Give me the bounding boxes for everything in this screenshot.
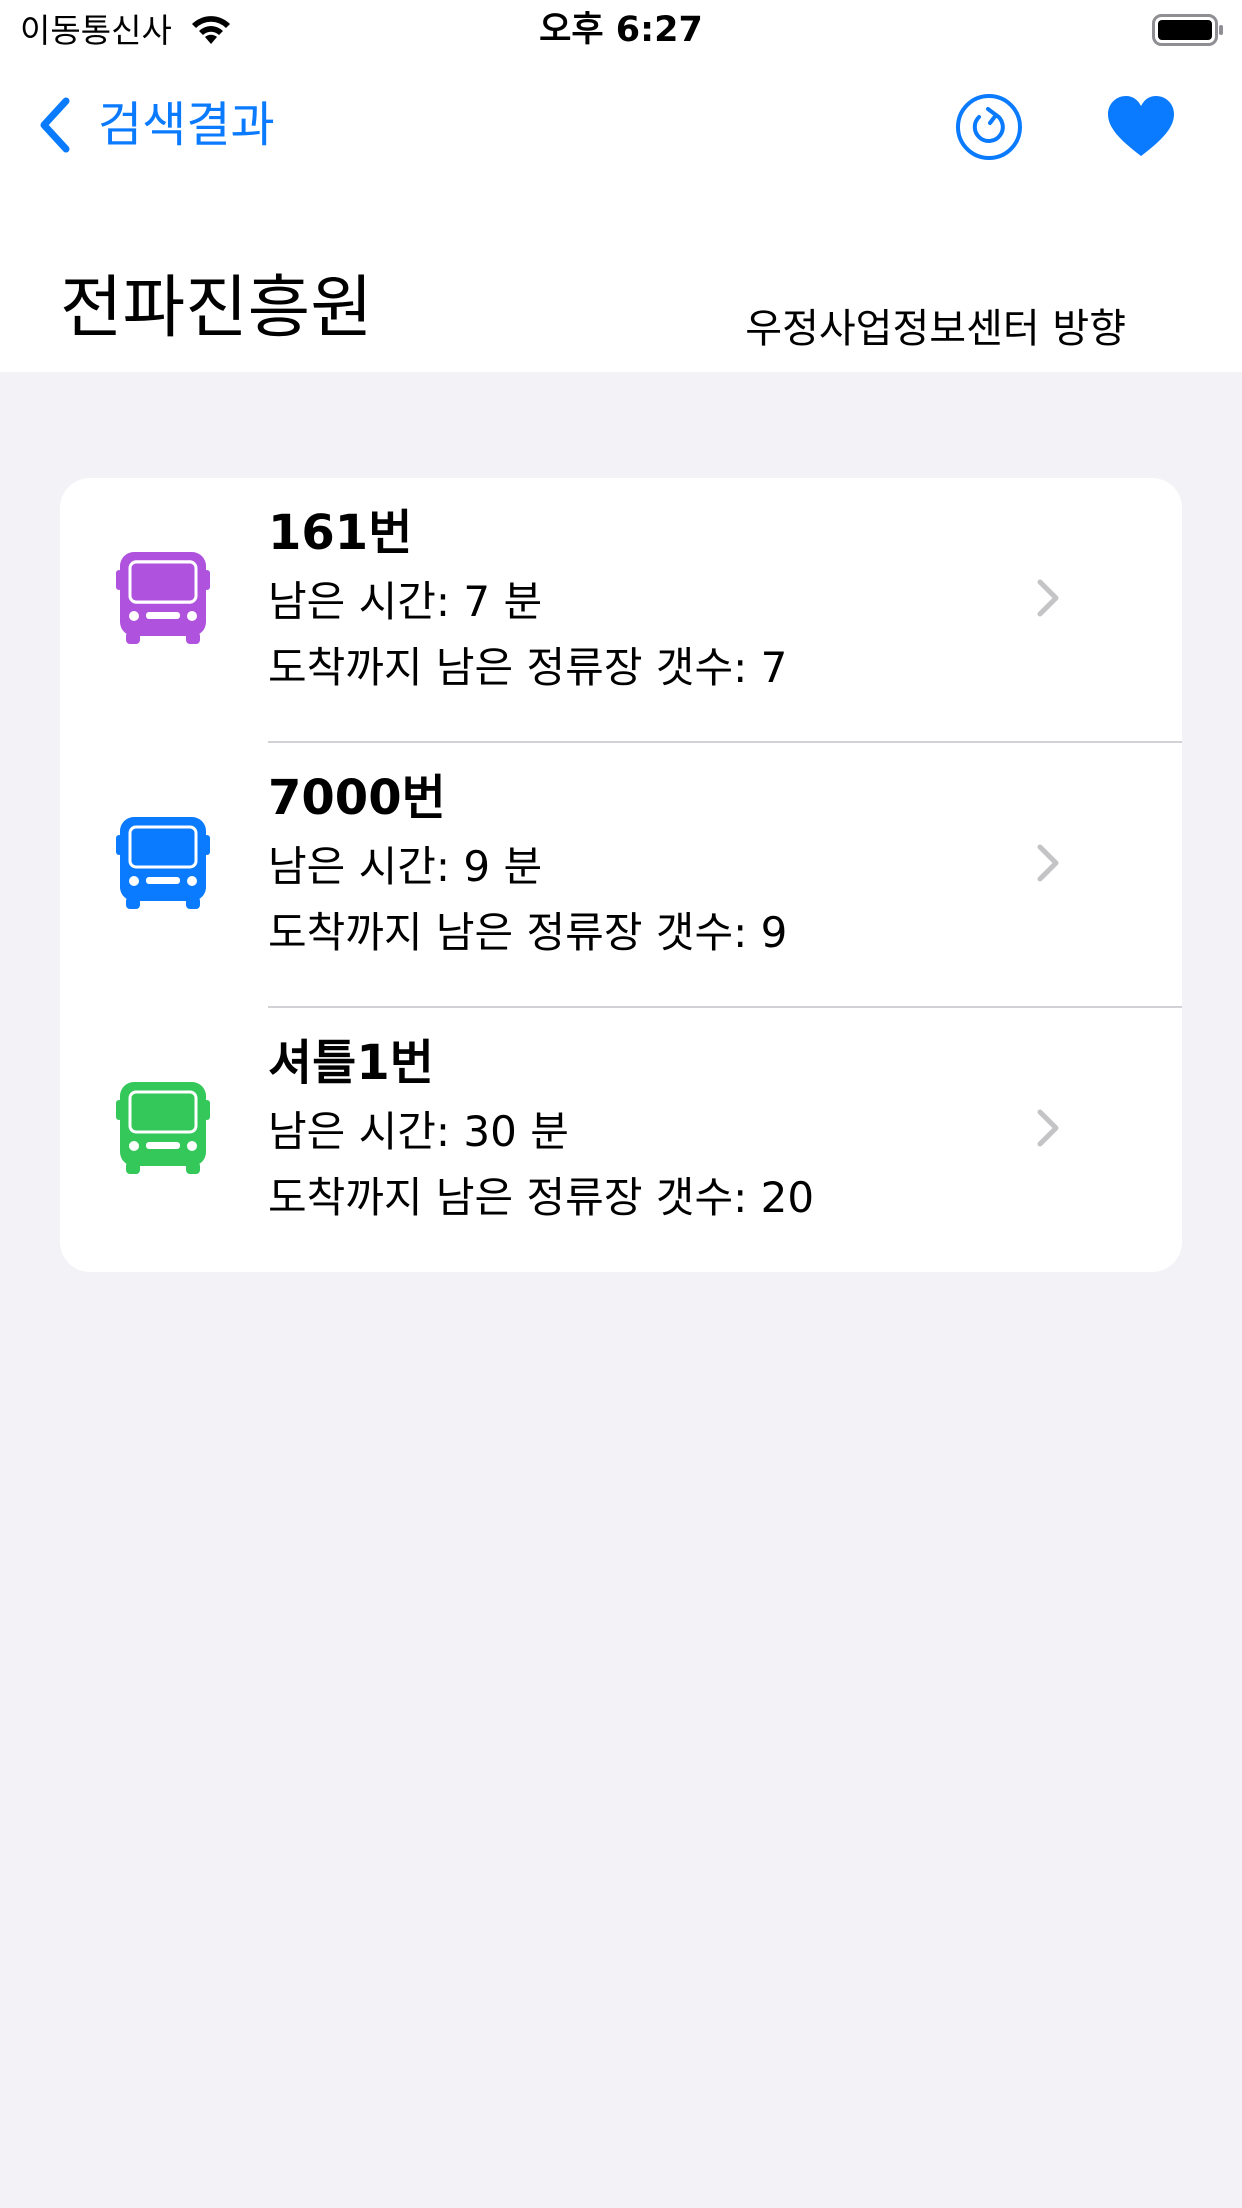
remaining-stops: 도착까지 남은 정류장 갯수: 7 bbox=[268, 643, 788, 692]
battery-icon bbox=[1152, 14, 1223, 46]
navigation-bar: 검색결과 bbox=[0, 80, 1242, 170]
remaining-time: 남은 시간: 9 분 bbox=[268, 842, 543, 891]
bus-icon bbox=[116, 552, 210, 644]
status-bar: 이동통신사 오후 6:27 bbox=[0, 0, 1242, 62]
arrival-row[interactable]: 161번 남은 시간: 7 분 도착까지 남은 정류장 갯수: 7 bbox=[60, 478, 1182, 742]
bus-icon bbox=[116, 1082, 210, 1174]
chevron-right-icon bbox=[1037, 844, 1059, 882]
route-number: 7000번 bbox=[268, 770, 446, 826]
refresh-icon[interactable] bbox=[954, 92, 1024, 162]
status-time: 오후 6:27 bbox=[539, 10, 703, 50]
arrival-list: 161번 남은 시간: 7 분 도착까지 남은 정류장 갯수: 7 7000번 … bbox=[60, 478, 1182, 1272]
route-number: 셔틀1번 bbox=[268, 1035, 434, 1091]
route-number: 161번 bbox=[268, 505, 413, 561]
remaining-time: 남은 시간: 30 분 bbox=[268, 1107, 569, 1156]
arrival-row[interactable]: 7000번 남은 시간: 9 분 도착까지 남은 정류장 갯수: 9 bbox=[60, 743, 1182, 1007]
arrival-row[interactable]: 셔틀1번 남은 시간: 30 분 도착까지 남은 정류장 갯수: 20 bbox=[60, 1008, 1182, 1272]
direction-label: 우정사업정보센터 방향 bbox=[745, 306, 1126, 352]
remaining-stops: 도착까지 남은 정류장 갯수: 20 bbox=[268, 1173, 815, 1222]
back-button[interactable]: 검색결과 bbox=[36, 92, 275, 158]
chevron-left-icon bbox=[40, 97, 70, 153]
chevron-right-icon bbox=[1037, 579, 1059, 617]
back-button-label: 검색결과 bbox=[98, 97, 275, 153]
remaining-time: 남은 시간: 7 분 bbox=[268, 577, 543, 626]
chevron-right-icon bbox=[1037, 1109, 1059, 1147]
remaining-stops: 도착까지 남은 정류장 갯수: 9 bbox=[268, 908, 788, 957]
bus-icon bbox=[116, 817, 210, 909]
stop-name-title: 전파진흥원 bbox=[60, 269, 373, 348]
heart-icon[interactable] bbox=[1106, 94, 1176, 160]
